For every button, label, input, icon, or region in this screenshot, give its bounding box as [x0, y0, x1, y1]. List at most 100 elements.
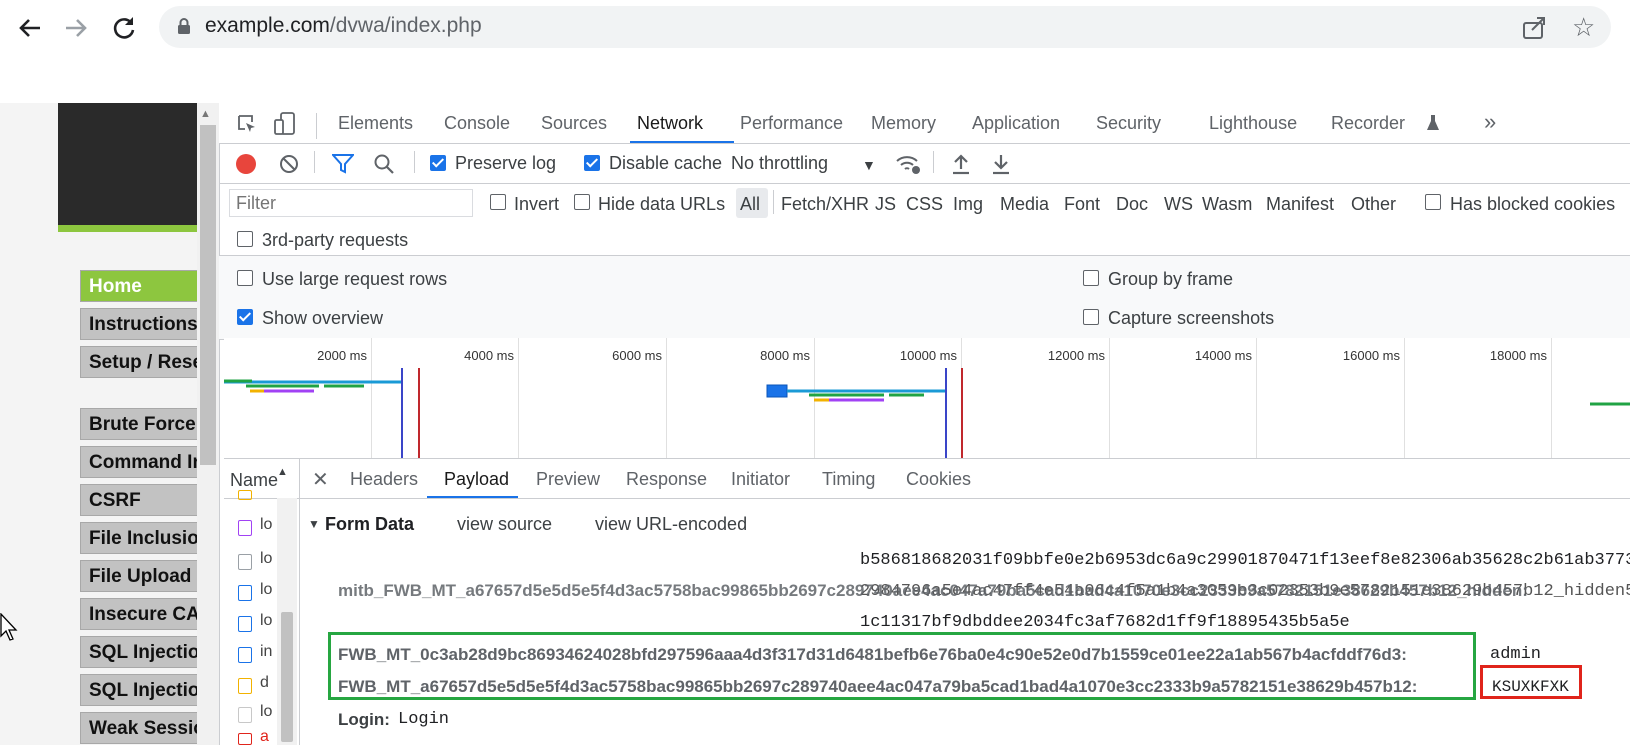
device-toolbar-icon[interactable] [274, 112, 296, 136]
tab-headers[interactable]: Headers [350, 469, 418, 490]
chevron-down-icon[interactable]: ▼ [862, 157, 876, 173]
throttling-select[interactable]: No throttling [731, 153, 828, 174]
filter-type-wasm[interactable]: Wasm [1202, 194, 1252, 215]
mitb-value-line: 1c11317bf9dbddee2034fc3af7682d1ff9f18895… [860, 613, 1350, 632]
tab-separator [316, 113, 317, 139]
highlight-box-green [328, 632, 1476, 700]
record-icon[interactable] [236, 154, 256, 174]
export-har-icon[interactable] [991, 153, 1011, 175]
tab-lighthouse[interactable]: Lighthouse [1209, 113, 1297, 134]
capture-screenshots-label: Capture screenshots [1108, 308, 1275, 328]
collapse-triangle-icon[interactable]: ▼ [308, 517, 320, 531]
filter-input[interactable] [229, 189, 473, 217]
menu-file-upload[interactable]: File Upload [80, 560, 210, 592]
menu-csrf[interactable]: CSRF [80, 484, 210, 516]
invert-checkbox[interactable] [490, 194, 506, 210]
tab-elements[interactable]: Elements [338, 113, 413, 134]
mouse-cursor-icon [0, 612, 18, 641]
preserve-log-checkbox[interactable] [430, 155, 446, 171]
tab-sources[interactable]: Sources [541, 113, 607, 134]
reload-icon[interactable] [108, 12, 140, 44]
tab-preview[interactable]: Preview [536, 469, 600, 490]
filter-type-js[interactable]: JS [875, 194, 896, 215]
url-text[interactable]: example.com/dvwa/index.php [205, 14, 482, 38]
tab-initiator[interactable]: Initiator [731, 469, 790, 490]
filter-type-fetch-xhr[interactable]: Fetch/XHR [781, 194, 869, 215]
large-rows-checkbox[interactable] [237, 270, 253, 286]
filter-type-media[interactable]: Media [1000, 194, 1049, 215]
share-icon[interactable] [1520, 14, 1548, 42]
forward-icon[interactable] [60, 12, 92, 44]
network-conditions-icon[interactable] [895, 153, 921, 175]
filter-type-ws[interactable]: WS [1164, 194, 1193, 215]
sort-ascending-icon[interactable]: ▲ [277, 466, 288, 478]
menu-brute-force[interactable]: Brute Force [80, 408, 210, 440]
tab-recorder[interactable]: Recorder [1331, 113, 1405, 134]
names-scrollbar-thumb[interactable] [281, 612, 293, 742]
hide-data-urls-checkbox[interactable] [574, 194, 590, 210]
show-overview-checkbox[interactable] [237, 309, 253, 325]
filter-icon[interactable] [330, 154, 356, 174]
tab-application[interactable]: Application [972, 113, 1060, 134]
form-data-title[interactable]: Form Data [325, 514, 414, 535]
more-tabs-icon[interactable]: » [1484, 109, 1496, 135]
hide-data-urls-label: Hide data URLs [598, 194, 726, 214]
tab-network[interactable]: Network [637, 113, 703, 134]
payload-tab-indicator [427, 496, 518, 498]
login-value: Login [398, 710, 450, 729]
capture-screenshots-checkbox[interactable] [1083, 309, 1099, 325]
filter-type-all[interactable]: All [740, 194, 760, 215]
tab-cookies[interactable]: Cookies [906, 469, 971, 490]
document-icon [238, 647, 252, 663]
menu-sql-injection-blind[interactable]: SQL Injection (Blind) [80, 674, 210, 706]
preserve-log-label: Preserve log [455, 153, 557, 173]
tab-console[interactable]: Console [444, 113, 510, 134]
third-party-checkbox[interactable] [237, 231, 253, 247]
disable-cache-checkbox[interactable] [584, 155, 600, 171]
tab-security[interactable]: Security [1096, 113, 1161, 134]
highlight-box-red [1480, 665, 1582, 699]
filter-type-other[interactable]: Other [1351, 194, 1396, 215]
has-blocked-cookies-checkbox[interactable] [1425, 194, 1441, 210]
view-source-link[interactable]: view source [457, 514, 552, 535]
scroll-up-icon[interactable]: ▲ [200, 108, 211, 120]
inspect-element-icon[interactable] [236, 113, 258, 135]
filter-type-img[interactable]: Img [953, 194, 983, 215]
tab-performance[interactable]: Performance [740, 113, 843, 134]
import-har-icon[interactable] [951, 153, 971, 175]
menu-file-inclusion[interactable]: File Inclusion [80, 522, 210, 554]
menu-home[interactable]: Home [80, 270, 210, 302]
menu-sql-injection[interactable]: SQL Injection [80, 636, 210, 668]
network-settings [219, 255, 1630, 340]
has-blocked-cookies-label: Has blocked cookies [1450, 194, 1616, 214]
clear-icon[interactable] [279, 154, 299, 174]
toolbar-separator [414, 151, 415, 173]
search-icon[interactable] [373, 153, 395, 175]
lock-icon[interactable] [178, 18, 190, 34]
group-by-frame-checkbox[interactable] [1083, 270, 1099, 286]
name-header-label[interactable]: Name [230, 470, 278, 491]
tab-memory[interactable]: Memory [871, 113, 936, 134]
tab-timing[interactable]: Timing [822, 469, 875, 490]
menu-setup[interactable]: Setup / Reset DB [80, 346, 210, 378]
doc-file-icon [238, 554, 252, 570]
filter-type-font[interactable]: Font [1064, 194, 1100, 215]
view-url-encoded-link[interactable]: view URL-encoded [595, 514, 747, 535]
third-party-label: 3rd-party requests [262, 230, 409, 250]
page-scrollbar-thumb[interactable] [200, 125, 216, 465]
tab-response[interactable]: Response [626, 469, 707, 490]
login-key: Login: [338, 710, 390, 729]
filter-type-css[interactable]: CSS [906, 194, 943, 215]
menu-command-injection[interactable]: Command Injection [80, 446, 210, 478]
menu-instructions[interactable]: Instructions [80, 308, 210, 340]
menu-insecure-captcha[interactable]: Insecure CAPTCHA [80, 598, 210, 630]
filter-type-doc[interactable]: Doc [1116, 194, 1148, 215]
document-icon [238, 616, 252, 632]
tab-payload[interactable]: Payload [444, 469, 509, 490]
back-icon[interactable] [14, 12, 46, 44]
star-icon[interactable]: ☆ [1572, 14, 1595, 40]
filter-type-manifest[interactable]: Manifest [1266, 194, 1334, 215]
dvwa-header-stripe [58, 225, 197, 232]
close-icon[interactable]: ✕ [312, 467, 329, 492]
menu-weak-session-ids[interactable]: Weak Session IDs [80, 712, 210, 744]
